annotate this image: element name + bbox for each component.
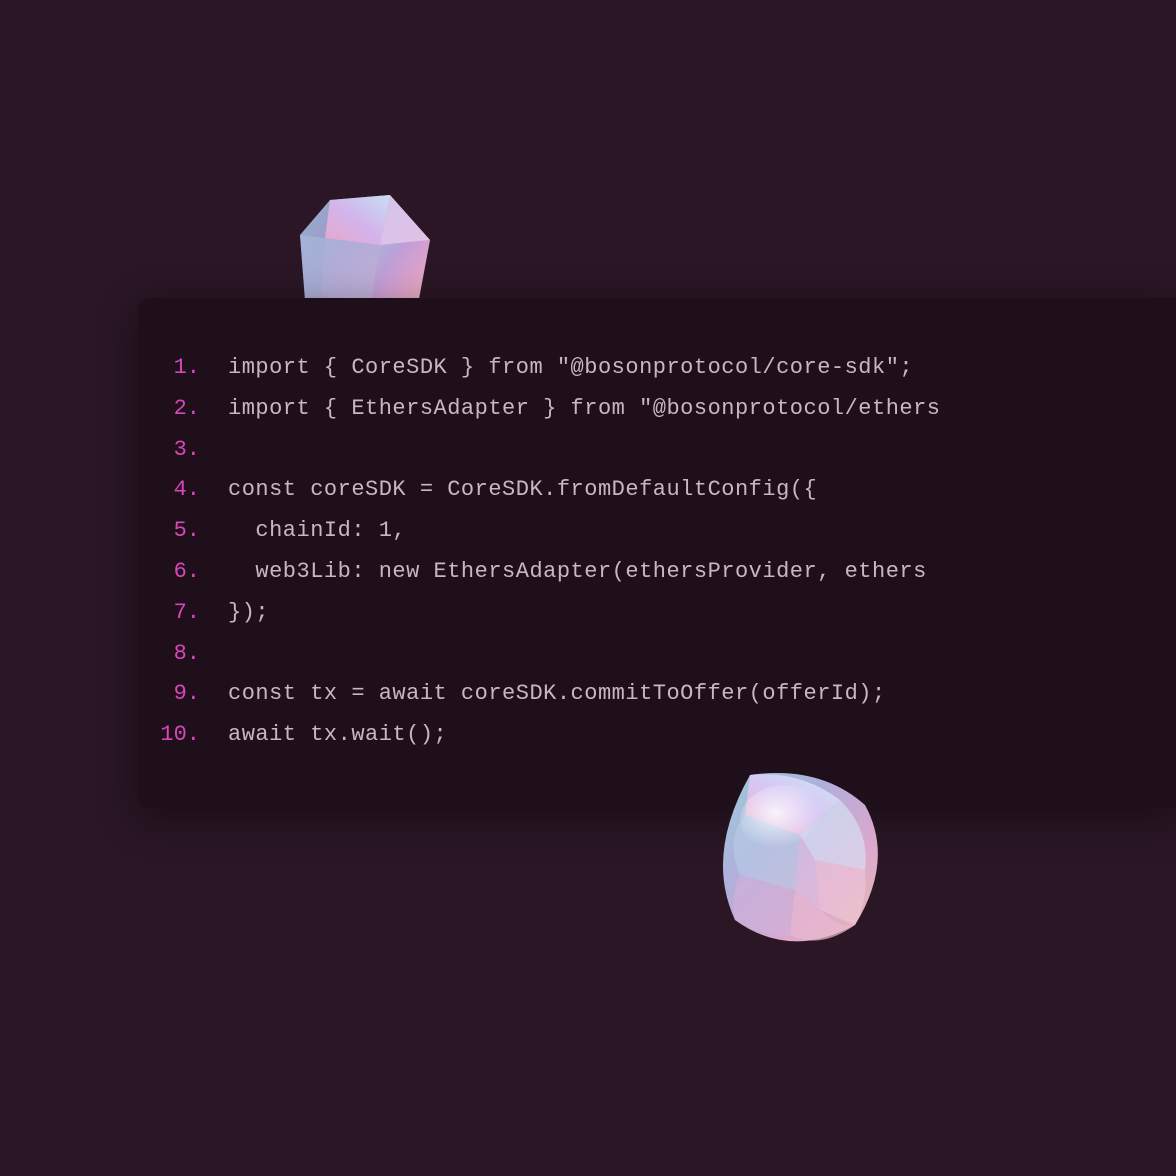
line-content: import { CoreSDK } from "@bosonprotocol/… xyxy=(228,348,913,389)
line-content: import { EthersAdapter } from "@bosonpro… xyxy=(228,389,941,430)
line-number: 1. xyxy=(138,348,228,389)
line-content: chainId: 1, xyxy=(228,511,406,552)
line-content: web3Lib: new EthersAdapter(ethersProvide… xyxy=(228,552,927,593)
code-line: 1. import { CoreSDK } from "@bosonprotoc… xyxy=(138,348,1176,389)
line-number: 5. xyxy=(138,511,228,552)
line-number: 7. xyxy=(138,593,228,634)
line-number: 8. xyxy=(138,634,228,675)
line-content: const coreSDK = CoreSDK.fromDefaultConfi… xyxy=(228,470,817,511)
code-line: 9. const tx = await coreSDK.commitToOffe… xyxy=(138,674,1176,715)
code-line: 8. xyxy=(138,634,1176,675)
code-line: 6. web3Lib: new EthersAdapter(ethersProv… xyxy=(138,552,1176,593)
line-content: }); xyxy=(228,593,269,634)
line-number: 9. xyxy=(138,674,228,715)
line-content: const tx = await coreSDK.commitToOffer(o… xyxy=(228,674,886,715)
code-line: 7. }); xyxy=(138,593,1176,634)
line-number: 2. xyxy=(138,389,228,430)
code-snippet-card: 1. import { CoreSDK } from "@bosonprotoc… xyxy=(138,298,1176,808)
line-content: await tx.wait(); xyxy=(228,715,447,756)
line-number: 4. xyxy=(138,470,228,511)
line-number: 6. xyxy=(138,552,228,593)
line-number: 10. xyxy=(138,715,228,756)
code-line: 10. await tx.wait(); xyxy=(138,715,1176,756)
code-line: 5. chainId: 1, xyxy=(138,511,1176,552)
line-number: 3. xyxy=(138,430,228,471)
code-line: 2. import { EthersAdapter } from "@boson… xyxy=(138,389,1176,430)
code-line: 4. const coreSDK = CoreSDK.fromDefaultCo… xyxy=(138,470,1176,511)
code-line: 3. xyxy=(138,430,1176,471)
